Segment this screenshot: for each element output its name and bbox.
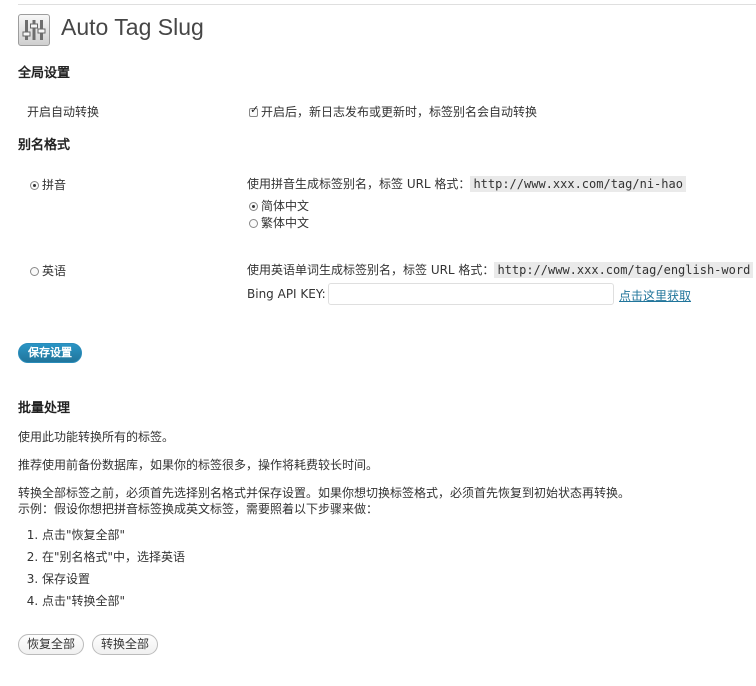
pinyin-option[interactable]: 拼音 [30, 176, 66, 193]
traditional-chinese-option[interactable]: 繁体中文 [249, 214, 309, 231]
batch-backup-note: 推荐使用前备份数据库，如果你的标签很多，操作将耗费较长时间。 [18, 458, 379, 472]
get-api-key-link[interactable]: 点击这里获取 [619, 289, 691, 303]
save-settings-button[interactable]: 保存设置 [18, 343, 82, 363]
bing-api-key-input[interactable] [328, 283, 614, 305]
auto-convert-checkbox[interactable]: ✓ [249, 104, 259, 117]
list-item: 在"别名格式"中，选择英语 [42, 549, 185, 571]
pinyin-radio[interactable] [30, 181, 39, 190]
list-item: 保存设置 [42, 571, 185, 593]
english-radio[interactable] [30, 267, 39, 276]
auto-convert-option[interactable]: ✓ 开启后，新日志发布或更新时，标签别名会自动转换 [249, 103, 537, 120]
english-url-example: http://www.xxx.com/tag/english-word [494, 262, 754, 278]
top-divider [18, 4, 756, 5]
batch-steps-list: 点击"恢复全部" 在"别名格式"中，选择英语 保存设置 点击"转换全部" [18, 527, 185, 615]
page-title: Auto Tag Slug [61, 14, 204, 40]
english-label: 英语 [42, 264, 67, 278]
batch-processing-heading: 批量处理 [18, 401, 71, 416]
simplified-chinese-option[interactable]: 简体中文 [249, 197, 309, 214]
bing-api-key-label: Bing API KEY: [247, 287, 326, 301]
simplified-chinese-radio[interactable] [249, 202, 258, 211]
slug-format-heading: 别名格式 [18, 138, 71, 153]
pinyin-label: 拼音 [42, 178, 67, 192]
english-description: 使用英语单词生成标签别名，标签 URL 格式： http://www.xxx.co… [247, 261, 754, 278]
auto-convert-desc: 开启后，新日志发布或更新时，标签别名会自动转换 [261, 105, 538, 119]
traditional-chinese-label: 繁体中文 [261, 216, 310, 230]
batch-intro-text: 使用此功能转换所有的标签。 [18, 430, 175, 444]
pinyin-url-example: http://www.xxx.com/tag/ni-hao [470, 176, 686, 192]
list-item: 点击"转换全部" [42, 593, 185, 615]
convert-all-button[interactable]: 转换全部 [92, 634, 159, 655]
list-item: 点击"恢复全部" [42, 527, 185, 549]
traditional-chinese-radio[interactable] [249, 219, 258, 228]
english-desc: 使用英语单词生成标签别名，标签 URL 格式： [247, 263, 495, 277]
restore-all-button[interactable]: 恢复全部 [18, 634, 85, 655]
auto-convert-label: 开启自动转换 [27, 105, 100, 119]
pinyin-desc: 使用拼音生成标签别名，标签 URL 格式： [247, 177, 471, 191]
batch-instructions-line2: 示例：假设你想把拼音标签换成英文标签，需要照着以下步骤来做： [18, 502, 379, 516]
simplified-chinese-label: 简体中文 [261, 199, 310, 213]
checkmark-icon: ✓ [250, 103, 260, 116]
batch-instructions-line1: 转换全部标签之前，必须首先选择别名格式并保存设置。如果你想切换标签格式，必须首先… [18, 486, 631, 500]
english-option[interactable]: 英语 [30, 262, 66, 279]
global-settings-heading: 全局设置 [18, 66, 71, 81]
plugin-settings-icon [18, 14, 50, 46]
pinyin-description: 使用拼音生成标签别名，标签 URL 格式： http://www.xxx.com/… [247, 175, 686, 192]
